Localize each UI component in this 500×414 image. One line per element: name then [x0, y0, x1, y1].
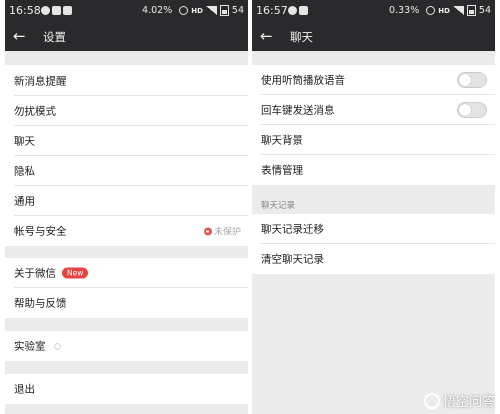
watermark: 悟空问答	[424, 391, 495, 410]
status-right: 4.02% HD 54	[142, 5, 244, 16]
status-time: 16:57	[256, 4, 288, 17]
item-label: 勿扰模式	[14, 105, 56, 118]
settings-item-chat[interactable]: 聊天	[5, 126, 248, 156]
lock-icon	[203, 227, 212, 235]
back-arrow-icon[interactable]: ←	[260, 26, 273, 46]
location-pin-icon: ○	[54, 341, 61, 351]
notification-icons	[41, 6, 72, 15]
new-badge: New	[62, 267, 89, 279]
status-data-percent: 0.33%	[389, 5, 420, 16]
app-bar: ← 聊天	[252, 22, 495, 51]
settings-screen: 16:58 4.02% HD 54 ← 设置 新消息提醒 勿扰模式 聊天 隐私 …	[5, 0, 248, 414]
item-label: 聊天背景	[261, 134, 303, 147]
settings-item-logout[interactable]: 退出	[5, 374, 248, 404]
chat-item-background[interactable]: 聊天背景	[252, 125, 495, 155]
earpiece-voice-toggle[interactable]	[457, 72, 487, 88]
download-icon	[299, 6, 308, 15]
toggle-knob	[459, 104, 471, 116]
item-label: 通用	[14, 195, 35, 208]
item-label: 帐号与安全	[14, 225, 67, 238]
battery-level: 54	[231, 5, 244, 16]
notification-icon	[288, 6, 297, 15]
chat-settings-screen: 16:57 0.33% HD 54 ← 聊天 使用听筒播放语音 回车键发送消息 …	[252, 0, 495, 414]
settings-item-help-feedback[interactable]: 帮助与反馈	[5, 288, 248, 318]
page-title: 聊天	[290, 30, 313, 44]
enter-send-toggle[interactable]	[457, 102, 487, 118]
back-arrow-icon[interactable]: ←	[13, 26, 26, 46]
item-label: 聊天	[14, 135, 35, 148]
hd-icon: HD	[438, 6, 450, 15]
battery-icon	[466, 5, 476, 16]
app-bar: ← 设置	[5, 22, 248, 51]
chat-item-enter-send[interactable]: 回车键发送消息	[252, 95, 495, 125]
status-data-percent: 4.02%	[142, 5, 173, 16]
battery-level: 54	[478, 5, 491, 16]
item-label: 表情管理	[261, 164, 303, 177]
item-label: 聊天记录迁移	[261, 223, 324, 236]
download-icon	[63, 6, 72, 15]
settings-item-privacy[interactable]: 隐私	[5, 156, 248, 186]
status-right: 0.33% HD 54	[389, 5, 491, 16]
item-label: 清空聊天记录	[261, 253, 324, 266]
alarm-icon	[426, 6, 436, 15]
item-label: 隐私	[14, 165, 35, 178]
image-icon	[52, 6, 61, 15]
status-bar: 16:58 4.02% HD 54	[5, 0, 248, 22]
settings-item-new-message[interactable]: 新消息提醒	[5, 65, 248, 96]
chat-item-earpiece-voice[interactable]: 使用听筒播放语音	[252, 65, 495, 95]
toggle-knob	[459, 74, 471, 86]
notification-icons	[288, 6, 308, 15]
notification-icon	[41, 6, 50, 15]
settings-item-do-not-disturb[interactable]: 勿扰模式	[5, 96, 248, 126]
signal-icon	[205, 6, 217, 15]
item-label: 实验室	[14, 340, 46, 353]
section-title-chat-history: 聊天记录	[261, 201, 296, 211]
watermark-text: 悟空问答	[443, 395, 496, 410]
chat-item-clear-history[interactable]: 清空聊天记录	[252, 244, 495, 274]
protection-status: 未保护	[203, 225, 241, 238]
chat-item-sticker-management[interactable]: 表情管理	[252, 155, 495, 185]
item-label: 回车键发送消息	[261, 104, 335, 117]
wukong-logo-icon	[424, 392, 440, 409]
protection-status-text: 未保护	[213, 227, 241, 238]
settings-item-lab[interactable]: 实验室 ○	[5, 331, 248, 361]
item-label: 新消息提醒	[14, 75, 67, 87]
signal-icon	[452, 6, 464, 15]
hd-icon: HD	[191, 6, 203, 15]
item-label: 帮助与反馈	[14, 297, 67, 310]
battery-icon	[219, 5, 229, 16]
chat-item-history-migrate[interactable]: 聊天记录迁移	[252, 214, 495, 244]
alarm-icon	[179, 6, 189, 15]
status-bar: 16:57 0.33% HD 54	[252, 0, 495, 22]
item-label: 退出	[14, 383, 35, 396]
settings-item-general[interactable]: 通用	[5, 186, 248, 216]
settings-item-account-security[interactable]: 帐号与安全 未保护	[5, 216, 248, 246]
status-time: 16:58	[9, 4, 41, 17]
item-label: 关于微信	[14, 267, 56, 280]
page-title: 设置	[43, 30, 66, 44]
item-label: 使用听筒播放语音	[261, 74, 345, 87]
settings-item-about[interactable]: 关于微信 New	[5, 258, 248, 288]
